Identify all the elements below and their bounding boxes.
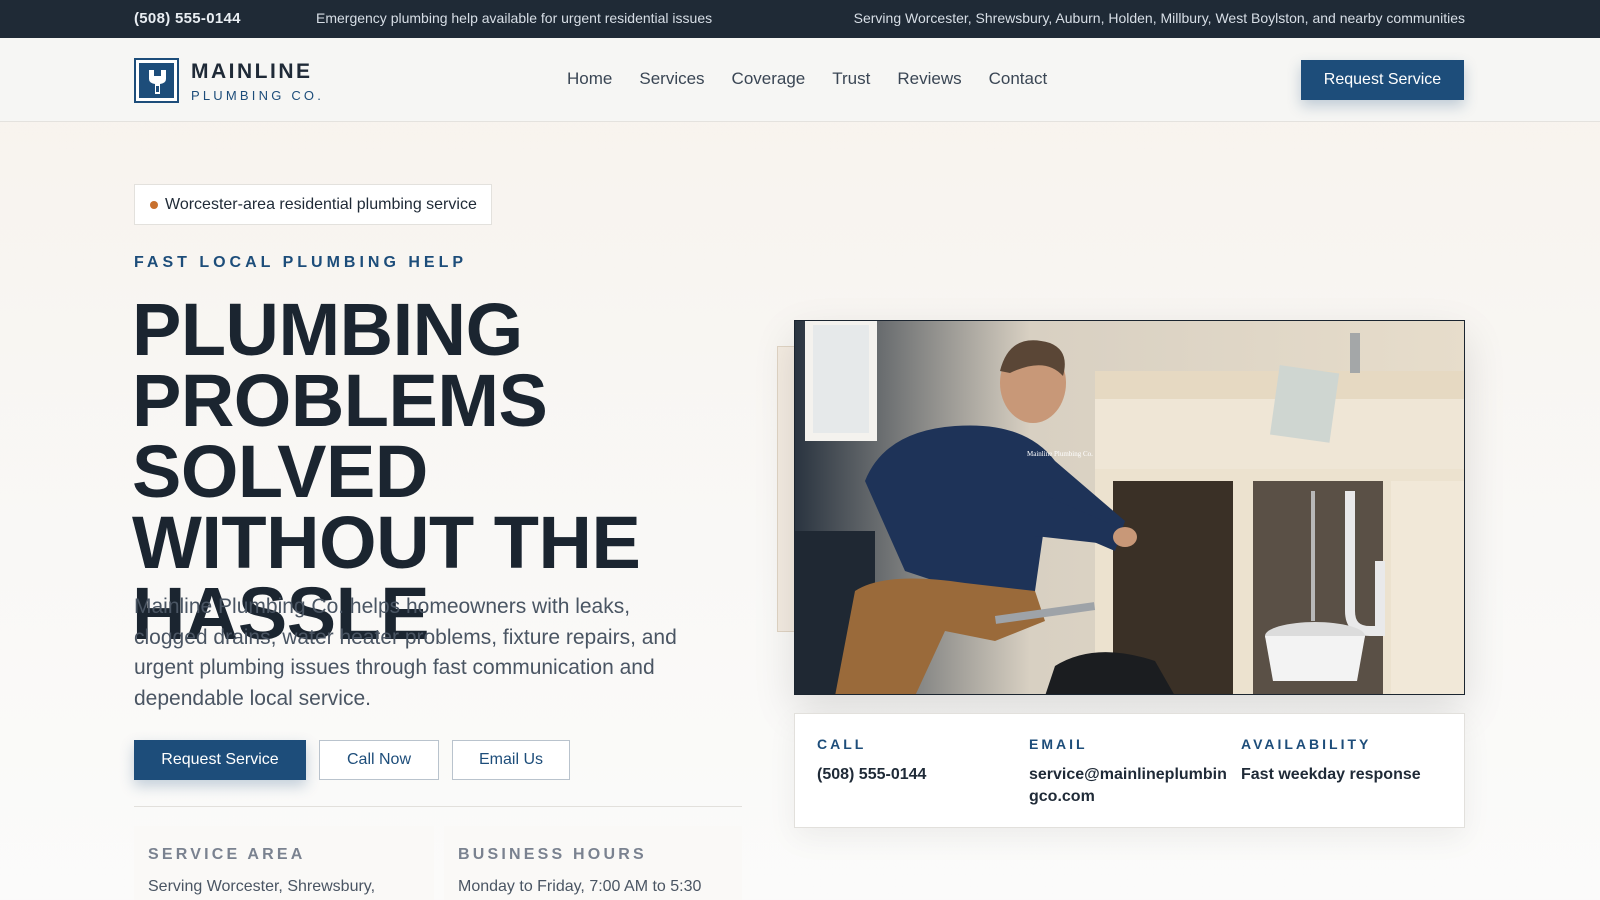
service-area-value: Serving Worcester, Shrewsbury, bbox=[148, 878, 376, 895]
hero-divider bbox=[134, 806, 742, 807]
service-area-label: SERVICE AREA bbox=[148, 846, 306, 863]
availability-value: Fast weekday response bbox=[1241, 766, 1421, 783]
business-hours-label: BUSINESS HOURS bbox=[458, 846, 647, 863]
plumber-photo: Mainline Plumbing Co. bbox=[794, 320, 1465, 695]
hero-lead-paragraph: Mainline Plumbing Co. helps homeowners w… bbox=[134, 595, 677, 710]
business-hours-card: BUSINESS HOURS Monday to Friday, 7:00 AM… bbox=[444, 826, 742, 900]
nav-trust[interactable]: Trust bbox=[832, 69, 870, 89]
contact-call-column: CALL (508) 555-0144 bbox=[817, 736, 1017, 786]
brand-tagline: PLUMBING CO. bbox=[191, 88, 325, 103]
top-info-bar: (508) 555-0144 Emergency plumbing help a… bbox=[0, 0, 1600, 38]
contact-availability-column: AVAILABILITY Fast weekday response bbox=[1241, 736, 1441, 786]
brand-name[interactable]: MAINLINE bbox=[191, 60, 313, 84]
topbar-emergency-text: Emergency plumbing help available for ur… bbox=[316, 10, 713, 26]
email-us-button[interactable]: Email Us bbox=[452, 740, 570, 780]
nav-home[interactable]: Home bbox=[567, 69, 612, 89]
call-now-button[interactable]: Call Now bbox=[319, 740, 439, 780]
location-badge: Worcester-area residential plumbing serv… bbox=[134, 184, 492, 225]
availability-label: AVAILABILITY bbox=[1241, 736, 1372, 752]
call-phone-link[interactable]: (508) 555-0144 bbox=[817, 764, 1017, 786]
nav-coverage[interactable]: Coverage bbox=[732, 69, 806, 89]
topbar-serving-text: Serving Worcester, Shrewsbury, Auburn, H… bbox=[853, 10, 1465, 26]
call-label: CALL bbox=[817, 736, 867, 752]
nav-services[interactable]: Services bbox=[639, 69, 704, 89]
business-hours-value: Monday to Friday, 7:00 AM to 5:30 bbox=[458, 878, 702, 895]
badge-label: Worcester-area residential plumbing serv… bbox=[165, 196, 477, 213]
topbar-phone-link[interactable]: (508) 555-0144 bbox=[134, 10, 241, 27]
header-request-service-button[interactable]: Request Service bbox=[1301, 60, 1464, 100]
hero-eyebrow: FAST LOCAL PLUMBING HELP bbox=[134, 254, 468, 271]
logo-icon[interactable] bbox=[134, 58, 179, 103]
email-address-link[interactable]: service@mainlineplumbingco.com bbox=[1029, 764, 1229, 808]
nav-reviews[interactable]: Reviews bbox=[897, 69, 961, 89]
shirt-logo-text: Mainline Plumbing Co. bbox=[1027, 450, 1093, 458]
nav-contact[interactable]: Contact bbox=[989, 69, 1048, 89]
email-label: EMAIL bbox=[1029, 736, 1088, 752]
status-dot-icon bbox=[150, 201, 158, 209]
contact-summary-card: CALL (508) 555-0144 EMAIL service@mainli… bbox=[794, 713, 1465, 828]
site-header: MAINLINE PLUMBING CO. Home Services Cove… bbox=[0, 38, 1600, 122]
hero-request-service-button[interactable]: Request Service bbox=[134, 740, 306, 780]
wrench-icon bbox=[139, 63, 174, 98]
service-area-card: SERVICE AREA Serving Worcester, Shrewsbu… bbox=[134, 826, 434, 900]
main-nav: Home Services Coverage Trust Reviews Con… bbox=[567, 69, 1074, 89]
contact-email-column: EMAIL service@mainlineplumbingco.com bbox=[1029, 736, 1229, 808]
